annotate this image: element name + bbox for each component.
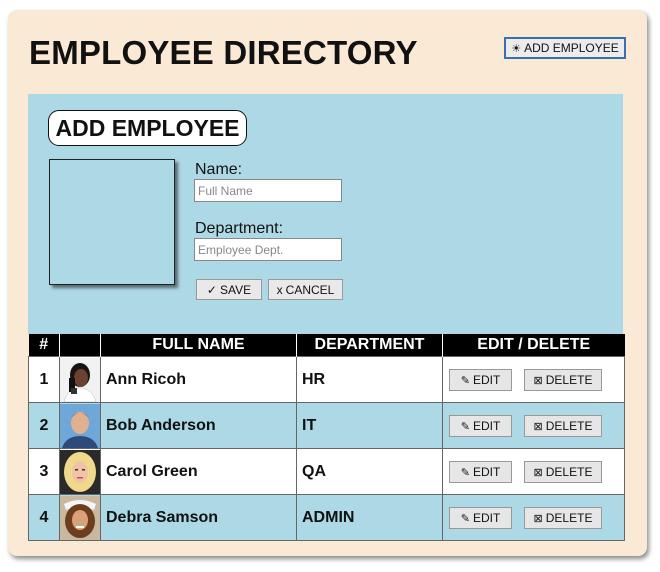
employee-table: # FULL NAME DEPARTMENT EDIT / DELETE 1 A…: [28, 334, 625, 541]
cancel-button[interactable]: x CANCEL: [268, 279, 343, 300]
employee-department: QA: [296, 448, 443, 495]
table-header-row: # FULL NAME DEPARTMENT EDIT / DELETE: [28, 334, 625, 357]
page-title: EMPLOYEE DIRECTORY: [29, 34, 418, 71]
form-title: ADD EMPLOYEE: [48, 110, 247, 146]
edit-button-label: EDIT: [472, 511, 501, 525]
add-employee-button[interactable]: ☀ ADD EMPLOYEE: [504, 37, 626, 59]
column-header-edit-delete: EDIT / DELETE: [442, 334, 625, 357]
edit-button-label: EDIT: [472, 373, 501, 387]
employee-name: Carol Green: [100, 448, 297, 495]
edit-button-label: EDIT: [472, 465, 501, 479]
x-icon: x: [276, 282, 283, 297]
employee-department: HR: [296, 356, 443, 403]
delete-box-icon: ⊠: [533, 374, 543, 387]
cancel-button-label: CANCEL: [285, 282, 335, 297]
employee-name: Debra Samson: [100, 494, 297, 541]
column-header-department: DEPARTMENT: [296, 334, 443, 357]
table-row: 1 Ann Ricoh HR ✎ EDIT ⊠ DELETE: [28, 356, 625, 403]
column-header-number: #: [28, 334, 60, 357]
avatar: [60, 403, 100, 448]
delete-button[interactable]: ⊠ DELETE: [524, 415, 602, 437]
delete-button-label: DELETE: [545, 511, 593, 525]
edit-button-label: EDIT: [472, 419, 501, 433]
delete-button[interactable]: ⊠ DELETE: [524, 461, 602, 483]
row-number: 3: [28, 448, 60, 495]
save-button-label: SAVE: [219, 282, 252, 297]
table-row: 2 Bob Anderson IT ✎ EDIT ⊠ DELETE: [28, 402, 625, 449]
edit-button[interactable]: ✎ EDIT: [449, 507, 512, 529]
pencil-icon: ✎: [460, 420, 470, 433]
name-input[interactable]: [194, 179, 342, 202]
avatar: [60, 357, 100, 402]
edit-button[interactable]: ✎ EDIT: [449, 369, 512, 391]
edit-button[interactable]: ✎ EDIT: [449, 461, 512, 483]
column-header-photo: [59, 334, 101, 357]
pencil-icon: ✎: [460, 374, 470, 387]
name-label: Name:: [195, 161, 243, 178]
table-row: 3 Carol Green QA ✎ EDIT ⊠ DELETE: [28, 448, 625, 495]
delete-button-label: DELETE: [545, 465, 593, 479]
edit-button[interactable]: ✎ EDIT: [449, 415, 512, 437]
employee-department: IT: [296, 402, 443, 449]
delete-button[interactable]: ⊠ DELETE: [524, 507, 602, 529]
save-button[interactable]: ✓ SAVE: [196, 279, 262, 300]
row-number: 1: [28, 356, 60, 403]
delete-box-icon: ⊠: [533, 466, 543, 479]
row-number: 2: [28, 402, 60, 449]
delete-button[interactable]: ⊠ DELETE: [524, 369, 602, 391]
checkmark-icon: ✓: [206, 282, 217, 297]
employee-name: Bob Anderson: [100, 402, 297, 449]
delete-box-icon: ⊠: [533, 420, 543, 433]
delete-box-icon: ⊠: [533, 512, 543, 525]
column-header-full-name: FULL NAME: [100, 334, 297, 357]
delete-button-label: DELETE: [545, 373, 593, 387]
avatar: [60, 449, 100, 494]
department-label: Department:: [195, 220, 284, 237]
row-number: 4: [28, 494, 60, 541]
avatar: [60, 495, 100, 540]
pencil-icon: ✎: [460, 512, 470, 525]
employee-name: Ann Ricoh: [100, 356, 297, 403]
department-input[interactable]: [194, 238, 342, 261]
delete-button-label: DELETE: [545, 419, 593, 433]
pencil-icon: ✎: [460, 466, 470, 479]
employee-department: ADMIN: [296, 494, 443, 541]
table-row: 4 Debra Samson ADMIN ✎ EDIT ⊠ DELETE: [28, 494, 625, 541]
sun-icon: ☀: [511, 42, 522, 55]
photo-placeholder[interactable]: [49, 159, 175, 285]
add-employee-button-label: ADD EMPLOYEE: [524, 41, 619, 55]
